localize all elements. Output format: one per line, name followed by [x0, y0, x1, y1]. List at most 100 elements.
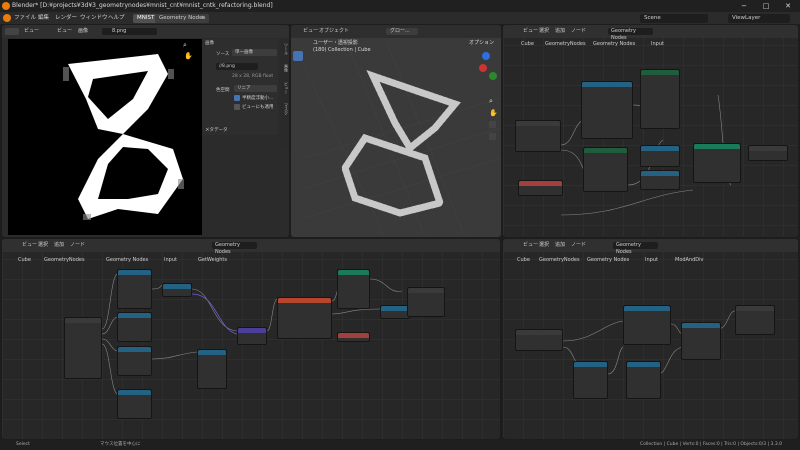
tool-move-icon[interactable]: [293, 81, 303, 91]
ne3-node-math-mod[interactable]: [623, 305, 671, 345]
viewport-3d-area: ビュー オブジェクト グロー... ユーザー・透視投影 (180) Collec…: [291, 25, 501, 237]
image-sidebar-panel: 画像 ソース 単一画像 //8.png 28 x 28, RGB float 色…: [202, 39, 278, 135]
view-as-render-label: ビューにも適用: [242, 105, 274, 110]
image-menu-image[interactable]: 画像: [78, 25, 88, 38]
pan-hand-icon[interactable]: ✋: [184, 52, 193, 60]
camera-view-icon[interactable]: [489, 121, 496, 128]
ne3-node-combine[interactable]: [681, 322, 721, 360]
ne2-node-math-3[interactable]: [117, 346, 152, 376]
tab-image[interactable]: 画像: [284, 64, 289, 72]
source-dropdown[interactable]: 単一画像: [232, 49, 277, 56]
ne1-node-math-1[interactable]: [581, 81, 633, 139]
viewport-menu-view[interactable]: ビュー: [303, 25, 318, 38]
top-menubar: ファイル 編集 レンダー ウィンドウ ヘルプ MNIST Geometry No…: [0, 12, 800, 24]
ne1-node-stack-1[interactable]: [640, 145, 680, 167]
menu-window[interactable]: ウィンドウ: [80, 12, 108, 24]
node-editor-main: ビュー 選択 追加 ノード Geometry Nodes Cube Geomet…: [503, 25, 798, 237]
ne3-node-group-output[interactable]: [735, 305, 775, 335]
status-stats: Collection | Cube | Verts:0 | Faces:0 | …: [640, 442, 782, 447]
blender-logo-icon: [2, 2, 10, 10]
source-label: ソース: [216, 52, 230, 57]
voxel-bottom-loop: [341, 133, 445, 217]
ne2-node-math-4[interactable]: [117, 389, 152, 419]
metadata-panel-header[interactable]: メタデータ: [205, 127, 228, 133]
ne2-node-input-red[interactable]: [337, 332, 370, 342]
ne1-node-group-output[interactable]: [748, 145, 788, 161]
image-menu-view[interactable]: ビュー: [24, 25, 39, 38]
ne2-node-sample-index[interactable]: [277, 297, 332, 339]
gizmo-y-axis[interactable]: [489, 72, 497, 80]
image-editor-area: ビュー ビュー 画像 8.png ⌕ ✋ 画像 ソース 単一画像 //8.png…: [2, 25, 289, 237]
ne1-node-stack-2[interactable]: [640, 170, 680, 190]
ne2-node-combine[interactable]: [197, 349, 227, 389]
ne2-node-attribute[interactable]: [337, 269, 370, 309]
close-button[interactable]: ✕: [777, 0, 799, 12]
ne2-node-value[interactable]: [162, 283, 192, 297]
ne1-node-modanddiv[interactable]: [583, 147, 628, 192]
half-float-checkbox[interactable]: [234, 95, 240, 101]
blender-menu-icon[interactable]: [3, 14, 11, 22]
image-editor-header: ビュー ビュー 画像 8.png: [2, 25, 289, 38]
colorspace-dropdown[interactable]: リニア: [234, 85, 277, 92]
half-float-label: 半精度浮動小...: [242, 96, 274, 101]
viewport-menu-object[interactable]: オブジェクト: [319, 25, 349, 38]
tool-rotate-icon[interactable]: [293, 93, 303, 103]
editor-type-icon[interactable]: [5, 28, 19, 35]
image-name: 8.png: [112, 28, 127, 34]
viewport-pan-icon[interactable]: ✋: [489, 109, 498, 117]
menu-edit[interactable]: 編集: [38, 12, 49, 24]
tool-annotate-icon[interactable]: [293, 135, 303, 145]
image-selector[interactable]: 8.png: [102, 28, 157, 35]
menu-render[interactable]: レンダー: [55, 12, 77, 24]
colorspace-label: 色空間: [216, 88, 230, 93]
ne1-node-input-index[interactable]: [518, 180, 563, 196]
zoom-icon[interactable]: ⌕: [183, 41, 187, 50]
minimize-button[interactable]: −: [733, 0, 755, 12]
image-canvas[interactable]: [8, 39, 202, 235]
ne1-node-transform[interactable]: [693, 143, 741, 183]
menu-file[interactable]: ファイル: [14, 12, 36, 24]
viewlayer-name: ViewLayer: [732, 14, 761, 21]
maximize-button[interactable]: □: [755, 0, 777, 12]
scene-selector[interactable]: Scene: [640, 13, 708, 23]
image-menu-view2[interactable]: ビュー: [57, 25, 72, 38]
gizmo-x-axis[interactable]: [479, 64, 487, 72]
transform-orientation-dropdown[interactable]: グロー...: [386, 28, 418, 35]
ne2-node-math-2[interactable]: [117, 312, 152, 342]
add-workspace-button[interactable]: +: [200, 12, 205, 24]
tool-add-cube-icon[interactable]: [293, 165, 303, 175]
gizmo-z-axis[interactable]: [482, 52, 490, 60]
tab-view[interactable]: ビュー: [284, 82, 289, 94]
ne2-node-math-1[interactable]: [117, 269, 152, 309]
ne2-node-group-input[interactable]: [64, 317, 102, 379]
voxel-top-loop: [366, 70, 461, 154]
window-titlebar: Blender* [D:¥projects¥3d¥3_geometrynodes…: [0, 0, 800, 12]
viewlayer-selector[interactable]: ViewLayer: [728, 13, 790, 23]
viewport-zoom-icon[interactable]: ⌕: [489, 97, 493, 106]
panel-image-title: 画像: [205, 41, 214, 46]
ne2-node-group-output[interactable]: [407, 287, 445, 317]
viewport-scene[interactable]: [305, 38, 501, 237]
image-info: 28 x 28, RGB float: [232, 74, 274, 79]
ne1-node-getweights[interactable]: [640, 69, 680, 129]
ne3-node-math-div[interactable]: [626, 361, 661, 399]
tool-transform-icon[interactable]: [293, 117, 303, 127]
scene-name: Scene: [644, 14, 661, 21]
tool-measure-icon[interactable]: [293, 147, 303, 157]
tool-select-icon[interactable]: [293, 51, 303, 61]
status-bar: Select マウス位置を中心に Collection | Cube | Ver…: [0, 440, 800, 450]
ne2-node-index[interactable]: [237, 327, 267, 345]
tool-scale-icon[interactable]: [293, 105, 303, 115]
filepath-field[interactable]: //8.png: [216, 63, 258, 70]
node-editor-getweights: ビュー 選択 追加 ノード Geometry Nodes Cube Geomet…: [2, 239, 500, 439]
ne3-node-group-input[interactable]: [515, 329, 563, 351]
menu-help[interactable]: ヘルプ: [108, 12, 125, 24]
ne3-node-math-floor[interactable]: [573, 361, 608, 399]
tab-mask[interactable]: マスク: [284, 103, 289, 115]
perspective-toggle-icon[interactable]: [489, 133, 496, 140]
ne2-node-math-5[interactable]: [380, 305, 410, 319]
ne1-node-group-input[interactable]: [515, 120, 561, 152]
tab-tool[interactable]: ツール: [284, 43, 289, 55]
view-as-render-checkbox[interactable]: [234, 104, 240, 110]
tool-cursor-icon[interactable]: [293, 63, 303, 73]
